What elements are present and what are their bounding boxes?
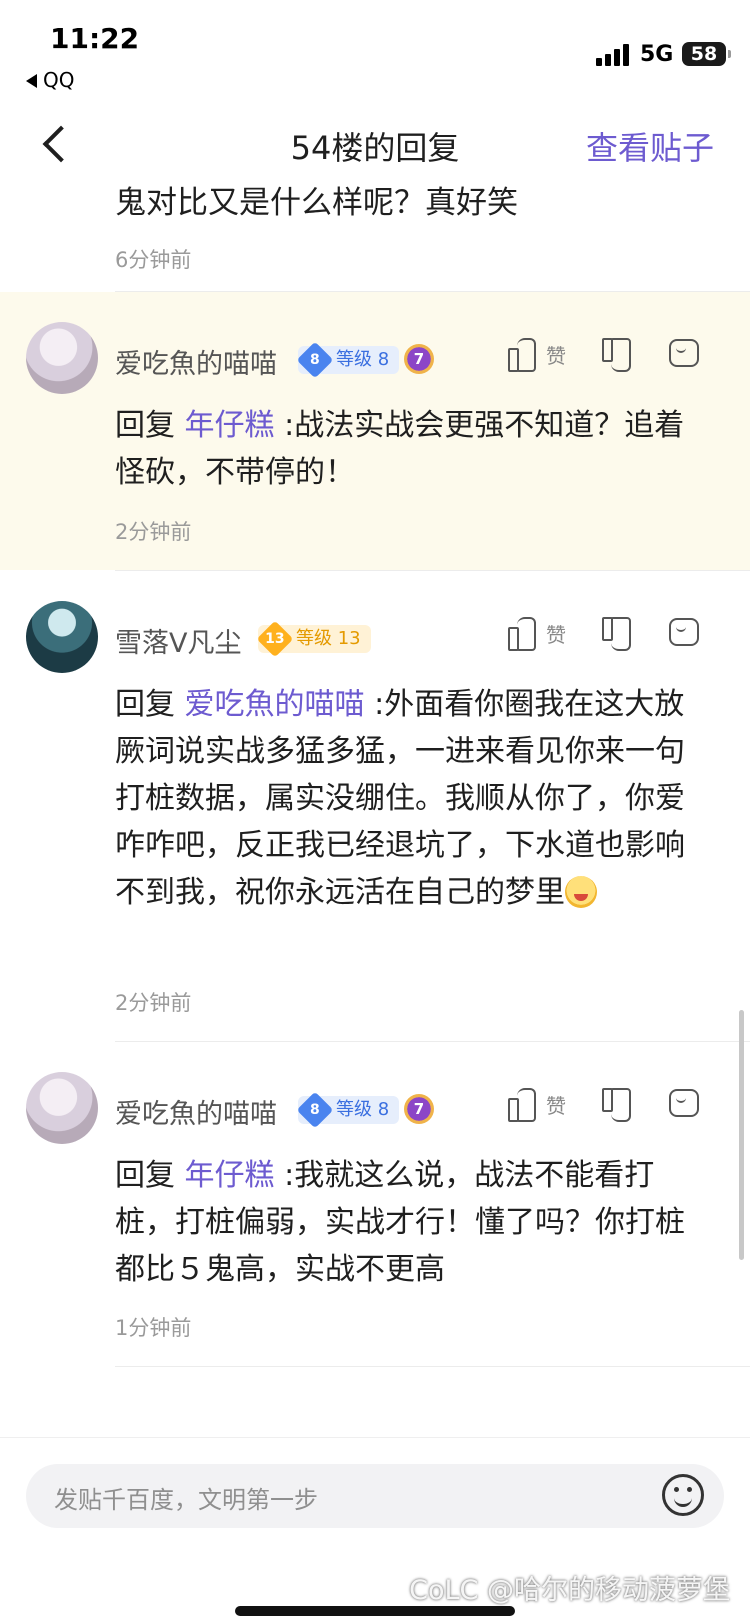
comment-time: 1分钟前 bbox=[115, 1316, 192, 1340]
level-label: 等级 13 bbox=[296, 628, 361, 649]
nav-bar: 54楼的回复 查看贴子 bbox=[0, 105, 750, 185]
like-label[interactable]: 赞 bbox=[546, 619, 566, 648]
emoji-picker-icon[interactable] bbox=[662, 1474, 704, 1516]
comment-body[interactable]: 回复 年仔糕 :战法实战会更强不知道？追着怪砍，不带停的！ bbox=[115, 402, 695, 496]
status-time: 11:22 bbox=[50, 22, 140, 55]
avatar[interactable] bbox=[26, 601, 98, 673]
comment-actions: 赞 bbox=[506, 336, 726, 372]
like-icon[interactable] bbox=[506, 615, 536, 651]
level-label: 等级 8 bbox=[336, 1099, 390, 1120]
comment-time: 2分钟前 bbox=[115, 520, 192, 544]
reply-comment[interactable]: 雪落V凡尘 13 等级 13 赞 回复 爱吃魚的喵喵 :外面看你圈我在这大放厥词… bbox=[0, 571, 750, 1041]
comment-body[interactable]: 回复 爱吃魚的喵喵 :外面看你圈我在这大放厥词说实战多猛多猛，一进来看见你来一句… bbox=[115, 681, 695, 916]
mention-link[interactable]: 年仔糕 bbox=[185, 1158, 275, 1193]
partial-comment-text: 鬼对比又是什么样呢？真好笑 bbox=[115, 185, 518, 221]
reply-icon[interactable] bbox=[668, 615, 700, 651]
comment-input-placeholder: 发贴千百度，文明第一步 bbox=[54, 1486, 318, 1514]
dislike-icon[interactable] bbox=[602, 336, 632, 372]
back-triangle-icon bbox=[26, 74, 37, 88]
mention-link[interactable]: 年仔糕 bbox=[185, 408, 275, 443]
comment-actions: 赞 bbox=[506, 615, 726, 651]
back-app-label: QQ bbox=[43, 68, 75, 92]
network-type: 5G bbox=[640, 42, 674, 67]
like-label[interactable]: 赞 bbox=[546, 1090, 566, 1119]
avatar[interactable] bbox=[26, 322, 98, 394]
reply-prefix: 回复 bbox=[115, 408, 185, 443]
comment-actions: 赞 bbox=[506, 1086, 726, 1122]
partial-comment: 鬼对比又是什么样呢？真好笑 6分钟前 bbox=[0, 180, 750, 302]
level-badge: 8 等级 8 bbox=[296, 341, 400, 379]
comment-input[interactable]: 发贴千百度，文明第一步 bbox=[26, 1464, 724, 1528]
like-label[interactable]: 赞 bbox=[546, 340, 566, 369]
reply-prefix: 回复 bbox=[115, 1158, 185, 1193]
avatar[interactable] bbox=[26, 1072, 98, 1144]
home-indicator[interactable] bbox=[235, 1606, 515, 1616]
like-icon[interactable] bbox=[506, 336, 536, 372]
level-label: 等级 8 bbox=[336, 349, 390, 370]
emoji-icon bbox=[565, 876, 597, 908]
view-post-button[interactable]: 查看贴子 bbox=[586, 123, 714, 169]
level-badge: 13 等级 13 bbox=[256, 620, 371, 658]
level-number: 13 bbox=[265, 630, 285, 647]
divider bbox=[115, 1366, 750, 1367]
level-number: 8 bbox=[310, 352, 320, 368]
reply-prefix: 回复 bbox=[115, 687, 185, 722]
username[interactable]: 爱吃魚的喵喵 bbox=[115, 342, 277, 381]
dislike-icon[interactable] bbox=[602, 1086, 632, 1122]
medal-icon: 7 bbox=[404, 1094, 434, 1124]
signal-icon bbox=[596, 44, 632, 66]
level-number: 8 bbox=[310, 1102, 320, 1118]
username[interactable]: 雪落V凡尘 bbox=[115, 621, 241, 660]
back-to-app-link[interactable]: QQ bbox=[26, 68, 74, 92]
partial-comment-time: 6分钟前 bbox=[115, 248, 192, 272]
watermark: CoLC @哈尔的移动菠萝堡 bbox=[409, 1575, 730, 1606]
medal-icon: 7 bbox=[404, 344, 434, 374]
dislike-icon[interactable] bbox=[602, 615, 632, 651]
comment-time: 2分钟前 bbox=[115, 991, 192, 1015]
like-icon[interactable] bbox=[506, 1086, 536, 1122]
username[interactable]: 爱吃魚的喵喵 bbox=[115, 1092, 277, 1131]
reply-icon[interactable] bbox=[668, 336, 700, 372]
bottom-input-bar: 发贴千百度，文明第一步 CoLC @哈尔的移动菠萝堡 bbox=[0, 1437, 750, 1624]
reply-icon[interactable] bbox=[668, 1086, 700, 1122]
status-bar: 11:22 QQ 5G 58 bbox=[0, 0, 750, 100]
reply-comment[interactable]: 爱吃魚的喵喵 8 等级 8 7 赞 回复 年仔糕 :我就这么说，战法不能看打桩，… bbox=[0, 1042, 750, 1367]
level-badge: 8 等级 8 bbox=[296, 1091, 400, 1129]
battery-icon: 58 bbox=[682, 42, 731, 66]
mention-link[interactable]: 爱吃魚的喵喵 bbox=[185, 687, 365, 722]
comment-body[interactable]: 回复 年仔糕 :我就这么说，战法不能看打桩，打桩偏弱，实战才行！懂了吗？你打桩都… bbox=[115, 1152, 695, 1293]
reply-comment[interactable]: 爱吃魚的喵喵 8 等级 8 7 赞 回复 年仔糕 :战法实战会更强不知道？追着怪… bbox=[0, 292, 750, 570]
scrollbar[interactable] bbox=[739, 1010, 744, 1260]
